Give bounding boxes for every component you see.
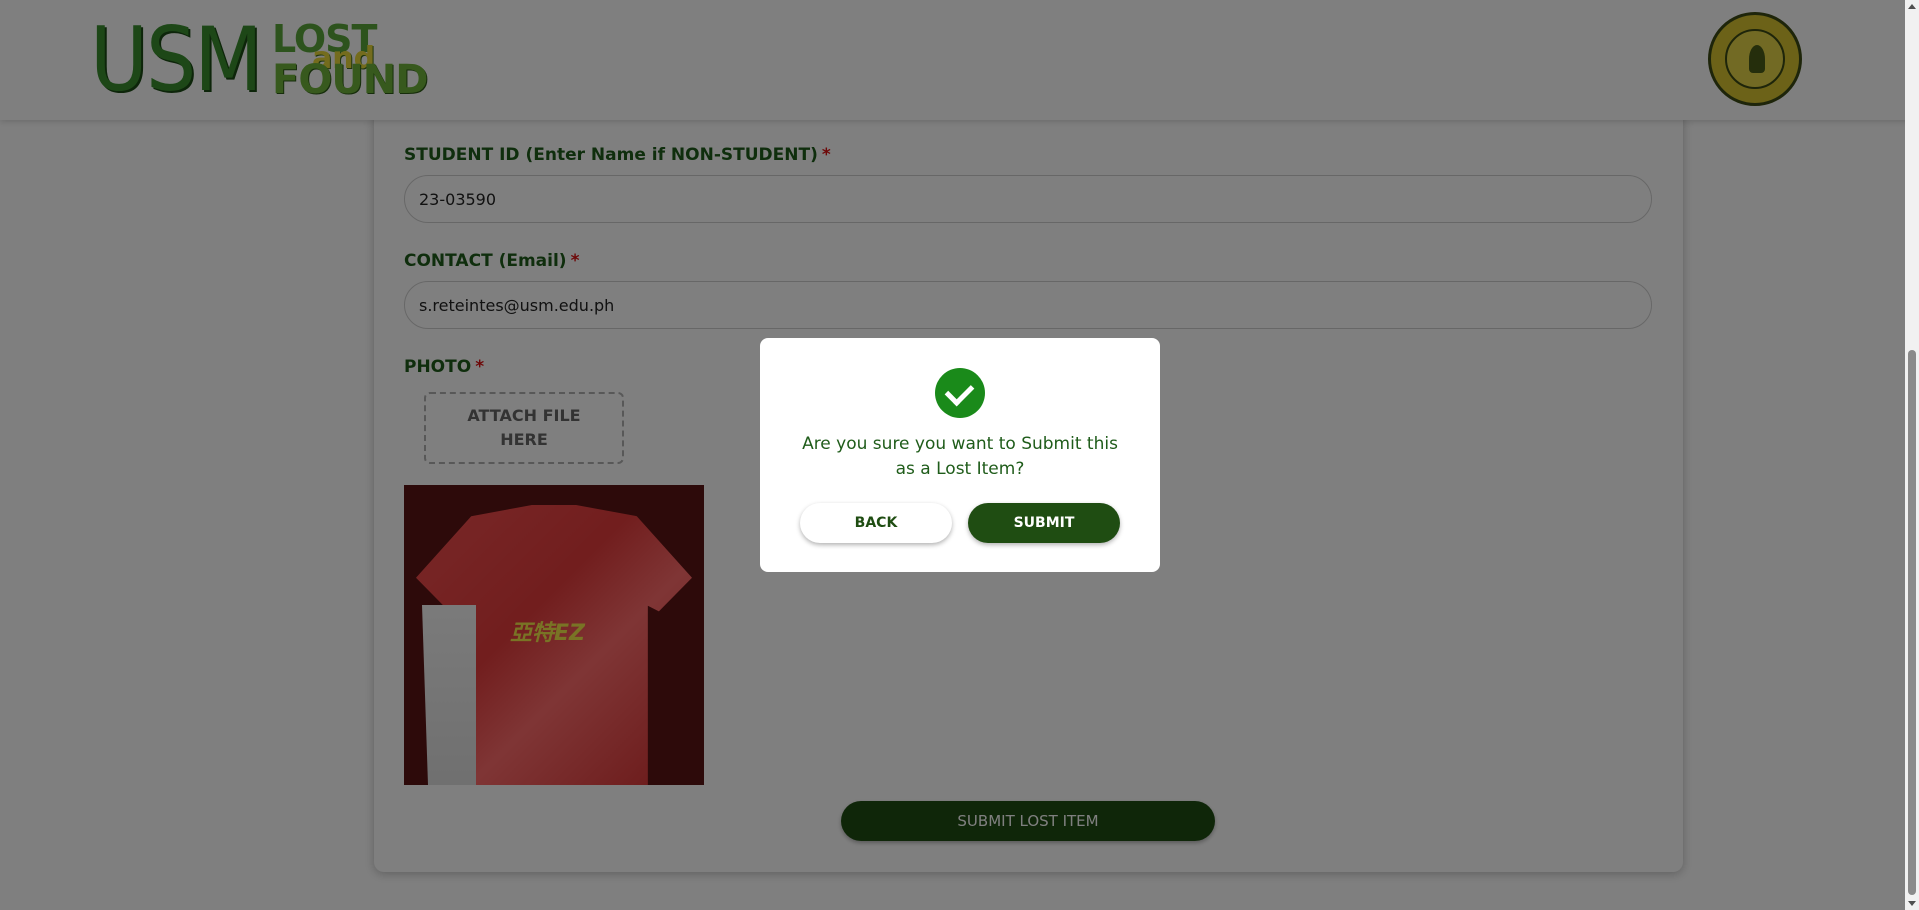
scroll-down-arrow-icon[interactable] xyxy=(1908,901,1916,906)
scrollbar-thumb[interactable] xyxy=(1908,350,1916,895)
page-scrollbar[interactable] xyxy=(1905,0,1919,910)
scroll-up-arrow-icon[interactable] xyxy=(1908,4,1916,9)
submit-button[interactable]: SUBMIT xyxy=(968,503,1120,543)
check-circle-icon xyxy=(935,368,985,418)
back-button[interactable]: BACK xyxy=(800,503,952,543)
confirm-message: Are you sure you want to Submit this as … xyxy=(802,434,1118,479)
confirm-submit-dialog: Are you sure you want to Submit this as … xyxy=(760,338,1160,572)
